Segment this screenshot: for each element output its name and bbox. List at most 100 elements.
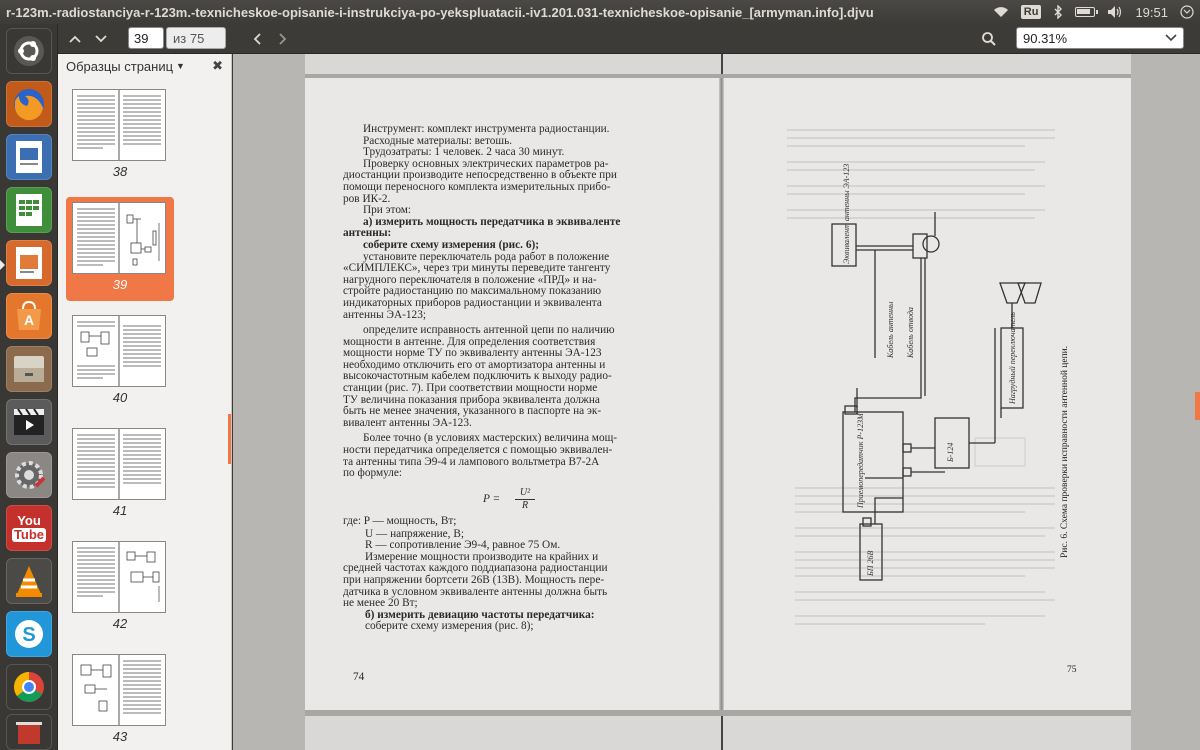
youtube-label-bottom: Tube xyxy=(11,527,47,542)
thumbnail-label: 41 xyxy=(112,503,128,518)
figure-caption: Рис. 6. Схема проверки исправности антен… xyxy=(1059,346,1070,558)
toolbar: 39 из 75 90.31% xyxy=(58,24,1200,54)
transceiver-label: Приемопередатчик Р-123М xyxy=(856,412,865,509)
clock[interactable]: 19:51 xyxy=(1129,0,1174,24)
page-number-left: 74 xyxy=(353,671,365,683)
chrome-icon[interactable] xyxy=(6,664,52,710)
formula-numerator: U² xyxy=(519,487,531,498)
thumbnail-page-40[interactable]: 40 xyxy=(66,310,174,414)
left-page-text: Инструмент: комплект инструмента радиост… xyxy=(343,123,620,480)
document-page: Инструмент: комплект инструмента радиост… xyxy=(305,78,1131,710)
power-label: БП 26В xyxy=(866,551,875,577)
system-settings-icon[interactable] xyxy=(6,452,52,498)
wifi-icon[interactable] xyxy=(987,0,1015,24)
formula: P = xyxy=(483,493,501,506)
firefox-icon[interactable] xyxy=(6,81,52,127)
unit-label: Б-124 xyxy=(946,443,955,463)
sidebar-header: Образцы страниц ▼ ✖ xyxy=(58,54,231,78)
text-line: по формуле: xyxy=(343,467,403,480)
next-page-strip xyxy=(305,716,1131,750)
headset-label: Нагрудный переключатель xyxy=(1008,312,1017,405)
text-line: не менее 20 Вт; xyxy=(343,597,418,610)
history-forward-button[interactable] xyxy=(270,27,296,51)
svg-text:A: A xyxy=(24,312,34,328)
search-icon[interactable] xyxy=(976,27,1002,51)
transceiver-box xyxy=(842,411,904,513)
libreoffice-calc-icon[interactable] xyxy=(6,187,52,233)
trash-icon[interactable] xyxy=(6,714,52,750)
text-line: при напряжении бортсети 26В (13В). Мощно… xyxy=(343,573,605,586)
thumbnail-label: 38 xyxy=(112,164,128,179)
keyboard-layout-label: Ru xyxy=(1020,5,1042,19)
page-spine xyxy=(721,716,723,750)
page-number-right: 75 xyxy=(1067,665,1077,675)
sidebar-title[interactable]: Образцы страниц xyxy=(66,59,173,74)
zoom-select[interactable]: 90.31% xyxy=(1016,27,1184,49)
history-back-button[interactable] xyxy=(244,27,270,51)
text-line: помощи переносного комплекта измерительн… xyxy=(343,180,611,193)
next-page-button[interactable] xyxy=(88,27,114,51)
equivalent-label: Эквивалент антенны ЭА-123 xyxy=(842,164,851,264)
volume-icon[interactable] xyxy=(1101,0,1129,24)
software-center-icon[interactable]: A xyxy=(6,293,52,339)
files-icon[interactable] xyxy=(6,346,52,392)
thumbnail-image xyxy=(72,315,166,387)
cable1-label: Кабель антенны xyxy=(886,301,895,359)
battery-icon[interactable] xyxy=(1069,0,1101,24)
text-line: ности передатчика определяется с помощью… xyxy=(343,444,613,457)
bluetooth-icon[interactable] xyxy=(1047,0,1069,24)
thumbnail-label: 40 xyxy=(112,390,128,405)
right-page-figure: Эквивалент антенны ЭА-123 Кабель антенны… xyxy=(787,129,1077,675)
prev-page-button[interactable] xyxy=(62,27,88,51)
text-line: индикаторных приборов радиостанции и экв… xyxy=(343,296,602,309)
formula-lhs: P = xyxy=(483,493,501,505)
document-view[interactable]: Инструмент: комплект инструмента радиост… xyxy=(233,54,1200,750)
sidebar: Образцы страниц ▼ ✖ 38 39 40 41 42 43 xyxy=(58,54,232,750)
text-line: станции (рис. 7). При соответствии мощно… xyxy=(343,382,598,395)
thumbnail-page-42[interactable]: 42 xyxy=(66,536,174,640)
text-line: Инструмент: комплект инструмента радиост… xyxy=(363,123,610,135)
chevron-down-icon xyxy=(1165,30,1177,49)
top-panel: r-123m.-radiostanciya-r-123m.-texnichesk… xyxy=(0,0,1200,24)
sidebar-dropdown-icon[interactable]: ▼ xyxy=(176,61,185,71)
keyboard-layout-indicator[interactable]: Ru xyxy=(1015,0,1048,24)
page-number-input[interactable]: 39 xyxy=(128,27,164,49)
thumbnail-image xyxy=(72,202,166,274)
thumbnail-image xyxy=(72,654,166,726)
page-spine xyxy=(719,78,724,710)
libreoffice-impress-icon[interactable] xyxy=(6,134,52,180)
text-line: При этом: xyxy=(363,204,412,217)
thumbnail-page-39[interactable]: 39 xyxy=(66,197,174,301)
youtube-label-top: You xyxy=(17,513,41,528)
thumbnail-image xyxy=(72,428,166,500)
thumbnail-page-43[interactable]: 43 xyxy=(66,649,174,750)
cable2-label: Кабель отвода xyxy=(906,307,915,359)
vlc-icon[interactable] xyxy=(6,558,52,604)
window-title: r-123m.-radiostanciya-r-123m.-texnichesk… xyxy=(6,4,874,20)
text-line: «СИМПЛЕКС», через три минуты переведите … xyxy=(343,262,611,275)
video-editor-icon[interactable] xyxy=(6,399,52,445)
launcher: A You Tube S xyxy=(0,24,58,750)
skype-icon[interactable]: S xyxy=(6,611,52,657)
text-line: соберите схему измерения (рис. 6); xyxy=(363,238,540,251)
text-line: где: P — мощность, Вт; xyxy=(343,515,457,527)
formula-fraction: U² R xyxy=(515,487,535,511)
page-count-label: из 75 xyxy=(166,27,226,49)
document-viewer-icon[interactable] xyxy=(6,240,52,286)
sidebar-resize-handle[interactable] xyxy=(228,414,231,464)
formula-denominator: R xyxy=(521,499,529,511)
text-line: определите исправность антенной цепи по … xyxy=(363,324,615,337)
zoom-value: 90.31% xyxy=(1023,31,1068,46)
left-page-text-2: где: P — мощность, Вт; U — напряжение, В… xyxy=(343,515,608,633)
thumbnail-page-38[interactable]: 38 xyxy=(66,84,174,188)
document-scrollbar[interactable] xyxy=(1195,392,1200,420)
thumbnail-page-41[interactable]: 41 xyxy=(66,423,174,527)
thumbnail-label: 39 xyxy=(112,277,128,292)
close-icon[interactable]: ✖ xyxy=(212,58,223,74)
youtube-icon[interactable]: You Tube xyxy=(6,505,52,551)
ubuntu-dash-icon[interactable] xyxy=(6,28,52,74)
system-tray: Ru 19:51 xyxy=(987,0,1200,24)
thumbnail-image xyxy=(72,541,166,613)
previous-page-strip xyxy=(305,54,1131,76)
power-icon[interactable] xyxy=(1174,0,1200,24)
